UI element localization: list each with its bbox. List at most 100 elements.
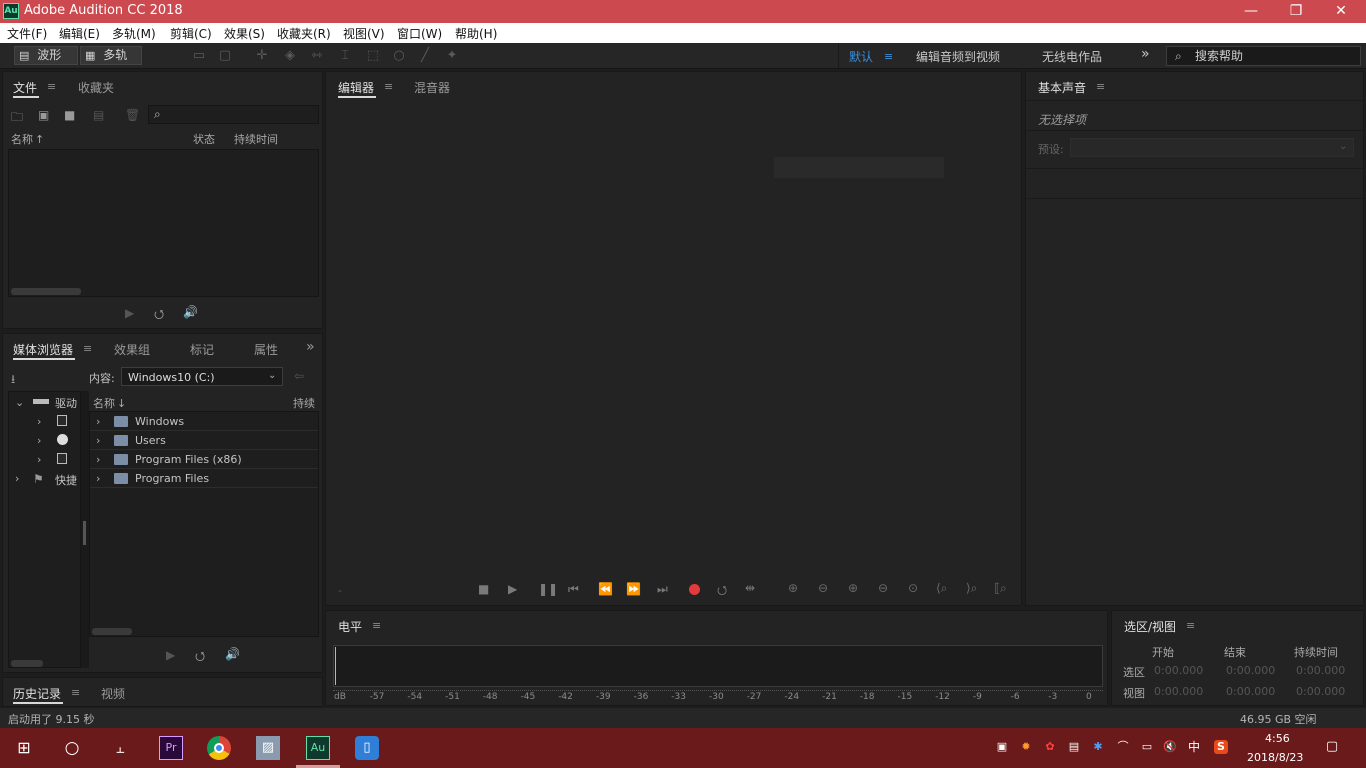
list-item[interactable]: › Program Files (x86) [90, 450, 318, 469]
tab-media-browser[interactable]: 媒体浏览器 [13, 341, 73, 358]
notification-center-icon[interactable]: ▢ [1325, 740, 1339, 754]
network-tray-icon[interactable]: ▣ [995, 740, 1009, 754]
clock-time[interactable]: 4:56 [1265, 732, 1290, 745]
files-column-name[interactable]: 名称 ↑ [11, 131, 44, 147]
previous-icon[interactable]: ⏮ [568, 582, 579, 597]
start-icon[interactable]: ⊞ [12, 736, 36, 760]
close-button[interactable]: ✕ [1318, 0, 1364, 23]
back-arrow-icon[interactable]: ⇦ [294, 369, 304, 383]
menu-view[interactable]: 视图(V) [343, 25, 385, 42]
menu-file[interactable]: 文件(F) [7, 25, 47, 42]
view-start-value[interactable]: 0:00.000 [1154, 685, 1203, 698]
media-column-duration[interactable]: 持续 [293, 395, 315, 411]
files-loop-icon[interactable]: ⭯ [154, 305, 164, 326]
battery-icon[interactable]: ▭ [1140, 740, 1154, 754]
phone-icon[interactable]: ▯ [355, 736, 379, 760]
selection-view-menu-icon[interactable]: ≡ [1186, 619, 1195, 632]
workspace-default[interactable]: 默认 [849, 48, 873, 65]
files-column-duration[interactable]: 持续时间 [234, 131, 278, 147]
tab-history[interactable]: 历史记录 [13, 685, 61, 702]
media-download-icon[interactable]: ⭳ [11, 370, 15, 391]
menu-help[interactable]: 帮助(H) [455, 25, 497, 42]
input-method-indicator[interactable]: 中 [1187, 740, 1201, 754]
premiere-icon[interactable]: Pr [159, 736, 183, 760]
media-column-name[interactable]: 名称 ↓ [93, 395, 126, 411]
media-panel-menu-icon[interactable]: ≡ [83, 342, 92, 355]
zoom-in-amplitude-icon[interactable]: ⊕ [788, 581, 798, 595]
list-item[interactable]: › Users [90, 431, 318, 450]
tree-expand-icon[interactable]: › [37, 415, 41, 428]
tree-expand-shortcuts-icon[interactable]: › [15, 472, 19, 485]
media-play-icon[interactable]: ▶ [166, 648, 175, 662]
files-column-status[interactable]: 状态 [193, 131, 215, 147]
selection-end-value[interactable]: 0:00.000 [1226, 664, 1275, 677]
editor-panel-menu-icon[interactable]: ≡ [384, 80, 393, 93]
open-file-icon[interactable]: 🗀 [11, 108, 23, 129]
tab-editor[interactable]: 编辑器 [338, 79, 374, 96]
clock-date[interactable]: 2018/8/23 [1247, 751, 1303, 764]
view-duration-value[interactable]: 0:00.000 [1296, 685, 1345, 698]
selection-duration-value[interactable]: 0:00.000 [1296, 664, 1345, 677]
zoom-out-amplitude-icon[interactable]: ⊖ [818, 581, 828, 595]
selection-start-value[interactable]: 0:00.000 [1154, 664, 1203, 677]
move-tool-icon[interactable]: ✛ [255, 49, 269, 63]
tab-video[interactable]: 视频 [101, 685, 125, 702]
app-tray-icon[interactable]: ✿ [1043, 740, 1057, 754]
stop-icon[interactable]: ■ [478, 582, 489, 596]
new-file-icon[interactable]: ■ [64, 108, 75, 122]
files-play-icon[interactable]: ▶ [125, 306, 134, 320]
menu-window[interactable]: 窗口(W) [397, 25, 442, 42]
brush-tool-icon[interactable]: ╱ [418, 49, 432, 63]
delete-icon[interactable]: 🗑 [125, 108, 140, 122]
fast-forward-icon[interactable]: ⏩ [626, 582, 641, 596]
tab-files[interactable]: 文件 [13, 79, 37, 96]
record-icon[interactable] [689, 584, 700, 595]
marquee-tool-icon[interactable]: ⬚ [366, 49, 380, 63]
zoom-in-left-icon[interactable]: ⟨⌕ [936, 581, 947, 596]
menu-edit[interactable]: 编辑(E) [59, 25, 100, 42]
files-autoplay-icon[interactable]: 🔊 [183, 305, 198, 319]
workspace-overflow-button[interactable]: » [1141, 46, 1150, 62]
menu-clip[interactable]: 剪辑(C) [170, 25, 212, 42]
loop-playback-icon[interactable]: ⭯ [717, 581, 727, 602]
audition-icon[interactable]: Au [306, 736, 330, 760]
device-tray-icon[interactable]: ▤ [1067, 740, 1081, 754]
media-horizontal-scrollbar[interactable] [92, 628, 132, 635]
time-selection-tool-icon[interactable]: ⌶ [338, 49, 352, 63]
lasso-tool-icon[interactable]: ○ [392, 49, 406, 63]
menu-effects[interactable]: 效果(S) [224, 25, 265, 42]
tab-markers[interactable]: 标记 [190, 341, 214, 358]
expand-icon[interactable]: › [96, 472, 100, 485]
photos-icon[interactable]: ▨ [256, 736, 280, 760]
pause-icon[interactable]: ❚❚ [538, 582, 558, 596]
help-search-input[interactable]: ⌕ 搜索帮助 [1166, 46, 1361, 66]
list-item[interactable]: › Windows [90, 412, 318, 431]
preset-dropdown[interactable]: ⌄ [1070, 138, 1354, 157]
files-panel-menu-icon[interactable]: ≡ [47, 80, 56, 93]
tree-expand-icon[interactable]: › [37, 453, 41, 466]
tab-effects-rack[interactable]: 效果组 [114, 341, 150, 358]
import-file-icon[interactable]: ▣ [38, 108, 49, 122]
media-tabs-overflow-button[interactable]: » [306, 339, 315, 355]
razor-tool-icon[interactable]: ◈ [283, 49, 297, 63]
slip-tool-icon[interactable]: ⇿ [310, 49, 324, 63]
pitch-display-icon[interactable]: ▢ [218, 49, 232, 63]
level-panel-menu-icon[interactable]: ≡ [372, 619, 381, 632]
skip-selection-icon[interactable]: ⇹ [745, 581, 755, 595]
app-tray-icon[interactable]: ✹ [1019, 740, 1033, 754]
media-autoplay-icon[interactable]: 🔊 [225, 647, 240, 661]
tree-expand-drives-icon[interactable]: ⌄ [15, 396, 24, 409]
tree-item-shortcuts[interactable]: 快捷 [55, 472, 77, 488]
media-loop-icon[interactable]: ⭯ [195, 647, 205, 668]
expand-icon[interactable]: › [96, 453, 100, 466]
menu-favorites[interactable]: 收藏夹(R) [277, 25, 331, 42]
list-item[interactable]: › Program Files [90, 469, 318, 488]
zoom-out-time-icon[interactable]: ⊖ [878, 581, 888, 595]
minimize-button[interactable]: — [1228, 0, 1274, 23]
restore-button[interactable]: ❐ [1273, 0, 1319, 23]
tree-expand-icon[interactable]: › [37, 434, 41, 447]
zoom-in-right-icon[interactable]: ⟩⌕ [966, 581, 977, 596]
insert-into-multitrack-icon[interactable]: ▤ [93, 108, 104, 122]
spectral-display-icon[interactable]: ▭ [192, 49, 206, 63]
wifi-icon[interactable]: ⌒ [1116, 740, 1130, 754]
